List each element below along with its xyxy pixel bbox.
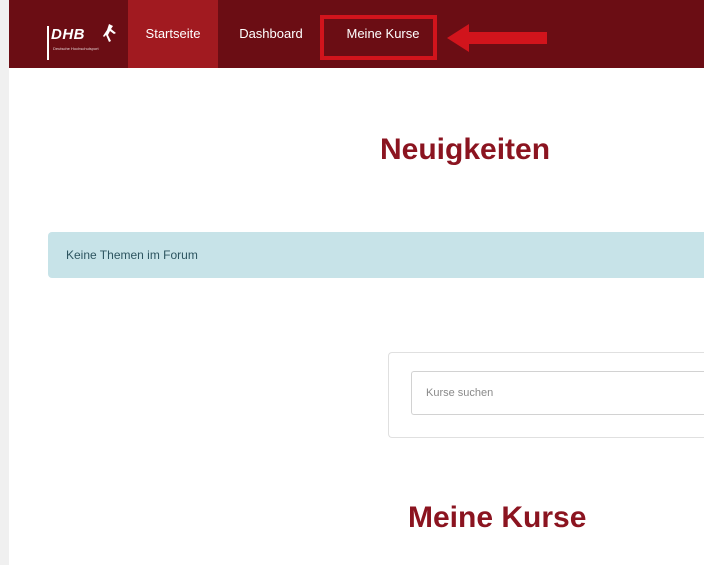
forum-notice: Keine Themen im Forum (48, 232, 704, 278)
news-title: Neuigkeiten (380, 133, 551, 166)
course-search-input[interactable] (411, 371, 704, 415)
logo-subtitle: Deutsche Hochschulsport (53, 46, 99, 51)
nav-dashboard[interactable]: Dashboard (223, 0, 319, 68)
courses-title: Meine Kurse (408, 501, 587, 534)
logo-text: DHB (51, 26, 85, 43)
runner-icon (103, 24, 116, 42)
logo-bar (47, 26, 49, 60)
dhb-logo[interactable]: DHB Deutsche Hochschulsport (47, 22, 123, 66)
highlight-box (320, 15, 437, 60)
nav-startseite[interactable]: Startseite (128, 0, 218, 68)
page-frame (0, 0, 704, 565)
course-search-card (388, 352, 704, 438)
pointer-arrow-icon (447, 24, 547, 52)
